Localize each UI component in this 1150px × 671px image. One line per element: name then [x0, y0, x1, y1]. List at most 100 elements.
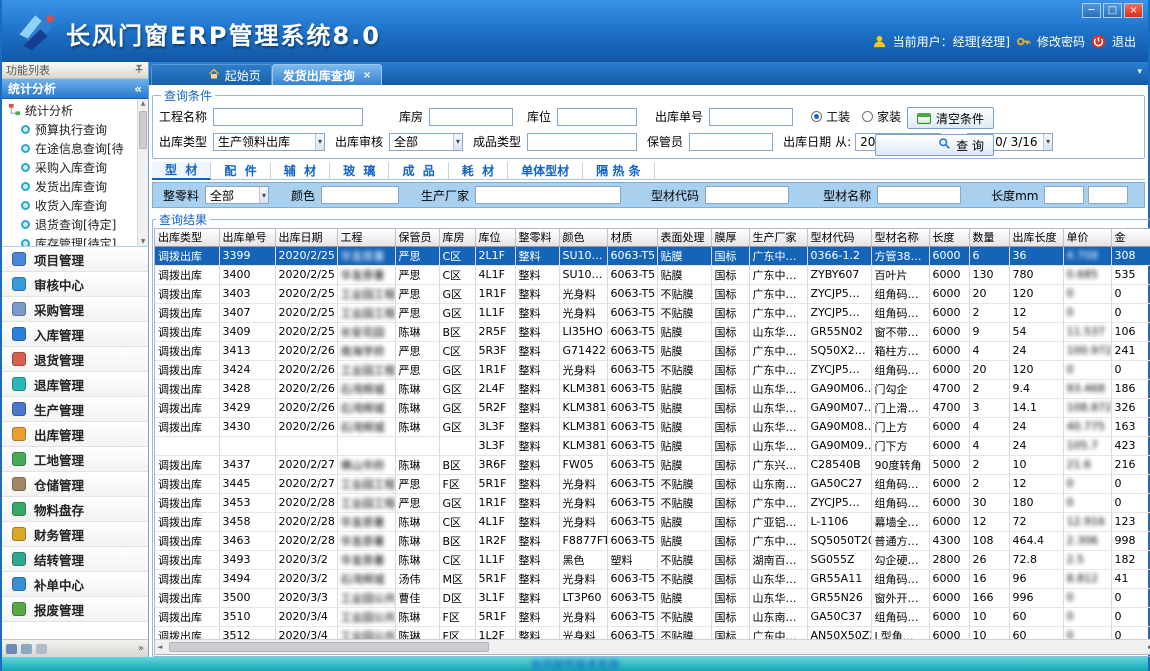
close-button[interactable]: × [1124, 3, 1143, 18]
table-row[interactable]: 调拨出库34242020/2/26工业园工程严思G区1R1F整料光身料6063-… [155, 360, 1150, 379]
table-row[interactable]: 调拨出库35102020/3/4工业园公共工程陈琳F区5R1F整料光身料6063… [155, 607, 1150, 626]
column-header[interactable]: 出库类型 [155, 229, 219, 246]
column-header[interactable]: 长度 [929, 229, 969, 246]
table-row[interactable]: 调拨出库34072020/2/25工业园工程严思G区1L1F整料光身料6063-… [155, 303, 1150, 322]
project-name-input[interactable] [213, 108, 363, 126]
product-type-input[interactable] [527, 133, 637, 151]
whole-part-select[interactable]: 全部 ▾ [205, 186, 269, 204]
table-row[interactable]: 调拨出库34002020/2/25华发原著严思C区4L1F整料SU10…6063… [155, 265, 1150, 284]
footer-expand-icon[interactable]: » [138, 643, 144, 654]
column-header[interactable]: 出库单号 [219, 229, 275, 246]
sidebar-module[interactable]: 审核中心 [2, 272, 148, 297]
table-row[interactable]: 调拨出库34932020/3/2华发原著陈琳C区1L1F整料黑色塑料不贴膜国标湖… [155, 550, 1150, 569]
horizontal-scrollbar[interactable]: ◄ ► [155, 639, 1150, 654]
order-no-input[interactable] [709, 108, 793, 126]
color-input[interactable] [321, 186, 399, 204]
material-tab[interactable]: 隔 热 条 [583, 162, 654, 180]
pin-icon[interactable] [134, 64, 144, 77]
column-header[interactable]: 单价 [1063, 229, 1111, 246]
column-header[interactable]: 材质 [607, 229, 657, 246]
profile-code-input[interactable] [705, 186, 789, 204]
column-header[interactable]: 数量 [969, 229, 1009, 246]
sidebar-module[interactable]: 工地管理 [2, 447, 148, 472]
sidebar-module[interactable]: 出库管理 [2, 422, 148, 447]
material-tab[interactable]: 玻 璃 [330, 162, 389, 180]
manufacturer-input[interactable] [475, 186, 621, 204]
sidebar-module[interactable]: 退库管理 [2, 372, 148, 397]
column-header[interactable]: 型材代码 [807, 229, 871, 246]
tab-close-icon[interactable]: × [363, 70, 371, 81]
scrollbar-thumb[interactable] [139, 111, 147, 149]
location-input[interactable] [557, 108, 637, 126]
search-button[interactable]: 查 询 [875, 134, 994, 156]
table-row[interactable]: 3L3F整料KLM38176063-T5贴膜国标山东华…GA90M09…门下方6… [155, 436, 1150, 455]
tree-item[interactable]: 采购入库查询 [8, 158, 136, 177]
tree-root-statistics[interactable]: 统计分析 [8, 101, 136, 120]
out-type-select[interactable]: 生产领料出库 ▾ [213, 133, 325, 151]
footer-link[interactable]: 长风软件技术支持 [531, 656, 619, 671]
length-max-input[interactable] [1088, 186, 1128, 204]
collapse-left-icon[interactable]: « [134, 82, 142, 96]
column-header[interactable]: 保管员 [395, 229, 439, 246]
table-row[interactable]: 调拨出库34282020/2/26石湾辉城陈琳G区2L4F整料KLM381760… [155, 379, 1150, 398]
table-row[interactable]: 调拨出库35122020/3/4工业园公共工程陈琳F区1L2F整料光身料6063… [155, 626, 1150, 639]
table-row[interactable]: 调拨出库34132020/2/26南海学府严思C区5R3F整料G71422606… [155, 341, 1150, 360]
table-row[interactable]: 调拨出库34372020/2/27佛山华府陈琳B区3R6F整料FW056063-… [155, 455, 1150, 474]
table-row[interactable]: 调拨出库35002020/3/3工业园公共工程曹佳D区3L1F整料LT3P606… [155, 588, 1150, 607]
tree-item[interactable]: 收货入库查询 [8, 196, 136, 215]
logout-link[interactable]: 退出 [1112, 33, 1136, 50]
tree-item[interactable]: 预算执行查询 [8, 120, 136, 139]
profile-name-input[interactable] [877, 186, 961, 204]
scroll-left-icon[interactable]: ◄ [157, 643, 162, 651]
column-header[interactable]: 表面处理 [657, 229, 711, 246]
sidebar-module[interactable]: 补单中心 [2, 572, 148, 597]
table-row[interactable]: 调拨出库34582020/2/28华发原著陈琳C区4L1F整料光身料6063-T… [155, 512, 1150, 531]
column-header[interactable]: 库位 [475, 229, 515, 246]
column-header[interactable]: 金 [1111, 229, 1150, 246]
sidebar-module[interactable]: 采购管理 [2, 297, 148, 322]
sidebar-module[interactable]: 入库管理 [2, 322, 148, 347]
material-tab[interactable]: 耗 材 [449, 162, 508, 180]
column-header[interactable]: 库房 [439, 229, 475, 246]
table-row[interactable]: 调拨出库34092020/2/25长安花园陈琳B区2R5F整料LI35HO606… [155, 322, 1150, 341]
sidebar-module[interactable]: 生产管理 [2, 397, 148, 422]
tree-scrollbar[interactable]: ▲ ▼ [137, 99, 148, 246]
radio-industrial[interactable] [811, 111, 822, 122]
table-row[interactable]: 调拨出库34292020/2/26石湾辉城陈琳G区5R2F整料KLM381760… [155, 398, 1150, 417]
table-row[interactable]: 调拨出库34942020/3/2石湾辉城汤伟M区5R1F整料光身料6063-T5… [155, 569, 1150, 588]
sidebar-module[interactable]: 物料盘存 [2, 497, 148, 522]
tree-item[interactable]: 库存管理[待定] [8, 234, 136, 247]
table-row[interactable]: 调拨出库34032020/2/25工业园工程严思G区1R1F整料光身料6063-… [155, 284, 1150, 303]
tab-home[interactable]: 起始页 [151, 64, 272, 85]
maximize-button[interactable]: □ [1103, 3, 1122, 18]
footer-panel-icon-3[interactable] [36, 644, 47, 654]
table-row[interactable]: 调拨出库33992020/2/25华发原著严思C区2L1F整料SU10…6063… [155, 246, 1150, 265]
scroll-up-icon[interactable]: ▲ [138, 100, 148, 107]
material-tab[interactable]: 型 材 [152, 162, 211, 180]
tree-item[interactable]: 发货出库查询 [8, 177, 136, 196]
sidebar-module[interactable]: 仓储管理 [2, 472, 148, 497]
table-row[interactable]: 调拨出库34632020/2/28华发原著陈琳B区1R2F整料F8877FT60… [155, 531, 1150, 550]
table-row[interactable]: 调拨出库34532020/2/28工业园工程严思G区1R1F整料光身料6063-… [155, 493, 1150, 512]
column-header[interactable]: 型材名称 [871, 229, 929, 246]
sidebar-group-statistics[interactable]: 统计分析 « [2, 79, 148, 99]
tab-shipment-query[interactable]: 发货出库查询 × [272, 64, 382, 85]
column-header[interactable]: 生产厂家 [749, 229, 807, 246]
change-password-link[interactable]: 修改密码 [1037, 33, 1085, 50]
audit-select[interactable]: 全部 ▾ [389, 133, 463, 151]
material-tab[interactable]: 辅 材 [271, 162, 330, 180]
keeper-input[interactable] [689, 133, 773, 151]
scroll-down-icon[interactable]: ▼ [138, 238, 148, 245]
tree-item[interactable]: 在途信息查询[待 [8, 139, 136, 158]
sidebar-module[interactable]: 结转管理 [2, 547, 148, 572]
material-tab[interactable]: 配 件 [211, 162, 270, 180]
footer-panel-icon-2[interactable] [21, 644, 32, 654]
material-tab[interactable]: 单体型材 [508, 162, 583, 180]
sidebar-module[interactable]: 项目管理 [2, 247, 148, 272]
tree-item[interactable]: 退货查询[待定] [8, 215, 136, 234]
column-header[interactable]: 出库长度 [1009, 229, 1063, 246]
length-min-input[interactable] [1044, 186, 1084, 204]
column-header[interactable]: 膜厚 [711, 229, 749, 246]
column-header[interactable]: 工程 [337, 229, 395, 246]
sidebar-module[interactable]: 财务管理 [2, 522, 148, 547]
